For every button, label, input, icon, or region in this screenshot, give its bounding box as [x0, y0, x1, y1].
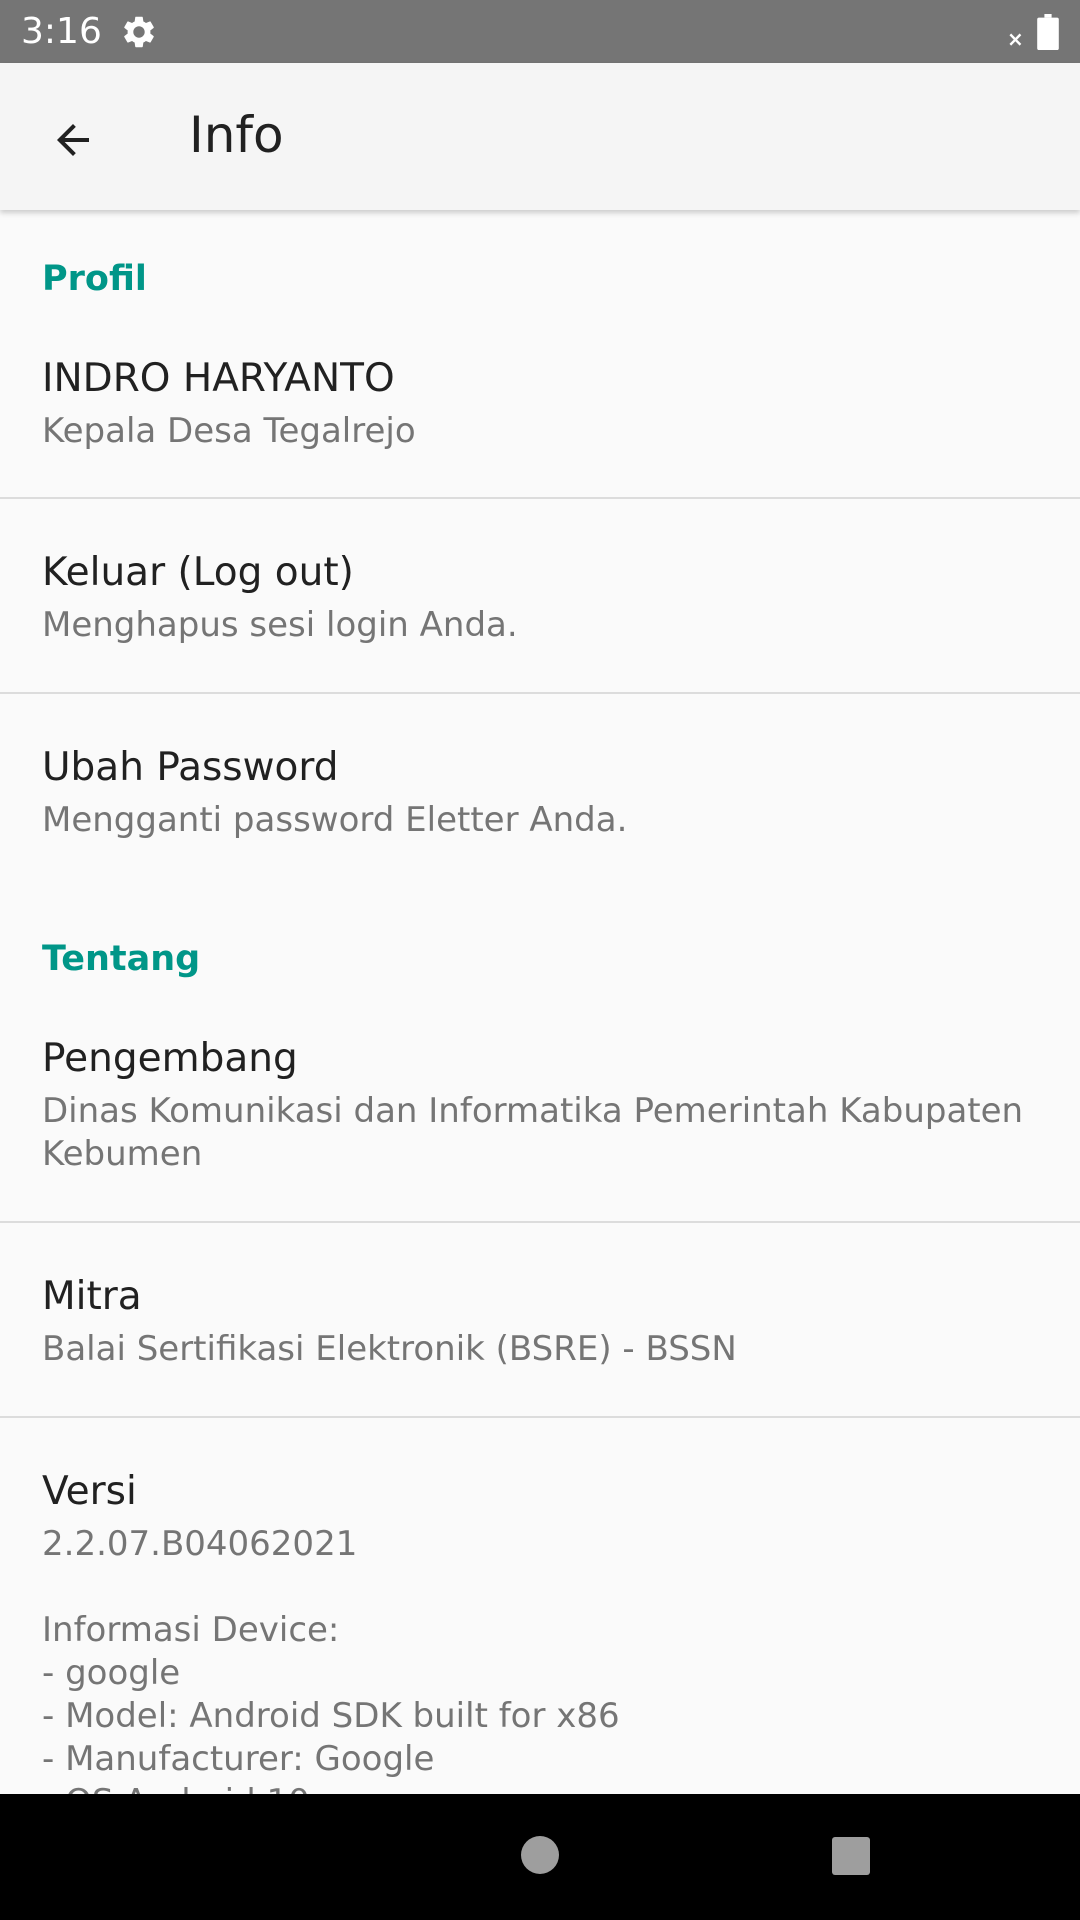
profile-role: Kepala Desa Tegalrejo	[42, 411, 416, 451]
recents-icon[interactable]	[832, 1837, 870, 1875]
logout-title: Keluar (Log out)	[42, 550, 354, 595]
pref-pengembang[interactable]: Pengembang Dinas Komunikasi dan Informat…	[0, 1010, 1080, 1220]
preferences-list: Profil INDRO HARYANTO Kepala Desa Tegalr…	[0, 210, 1080, 1794]
home-icon[interactable]	[521, 1836, 559, 1874]
arrow-back-icon	[57, 124, 89, 156]
navigation-bar	[0, 1794, 1080, 1920]
pref-change-password[interactable]: Ubah Password Mengganti password Eletter…	[0, 694, 1080, 864]
pengembang-title: Pengembang	[42, 1036, 298, 1081]
no-signal-icon: ×	[1007, 27, 1024, 51]
status-time: 3:16	[21, 11, 102, 52]
profile-name: INDRO HARYANTO	[42, 356, 395, 401]
pref-mitra[interactable]: Mitra Balai Sertifikasi Elektronik (BSRE…	[0, 1223, 1080, 1416]
pengembang-summary: Dinas Komunikasi dan Informatika Pemerin…	[42, 1091, 1024, 1174]
mitra-summary: Balai Sertifikasi Elektronik (BSRE) - BS…	[42, 1329, 737, 1369]
pref-profile[interactable]: INDRO HARYANTO Kepala Desa Tegalrejo	[0, 330, 1080, 480]
mitra-title: Mitra	[42, 1274, 142, 1319]
versi-summary: 2.2.07.B04062021 Informasi Device: - goo…	[42, 1524, 620, 1794]
battery-icon	[1037, 14, 1059, 50]
logout-summary: Menghapus sesi login Anda.	[42, 605, 518, 645]
page-title: Info	[189, 106, 284, 164]
category-tentang: Tentang	[42, 939, 201, 979]
password-title: Ubah Password	[42, 745, 339, 790]
password-summary: Mengganti password Eletter Anda.	[42, 800, 628, 840]
gear-icon	[124, 16, 154, 48]
category-profil: Profil	[42, 259, 147, 299]
back-button[interactable]	[30, 97, 116, 183]
app-bar: Info	[0, 63, 1080, 210]
status-bar: 3:16 ×	[0, 0, 1080, 63]
versi-title: Versi	[42, 1469, 137, 1514]
pref-versi[interactable]: Versi 2.2.07.B04062021 Informasi Device:…	[0, 1418, 1080, 1794]
pref-logout[interactable]: Keluar (Log out) Menghapus sesi login An…	[0, 499, 1080, 692]
